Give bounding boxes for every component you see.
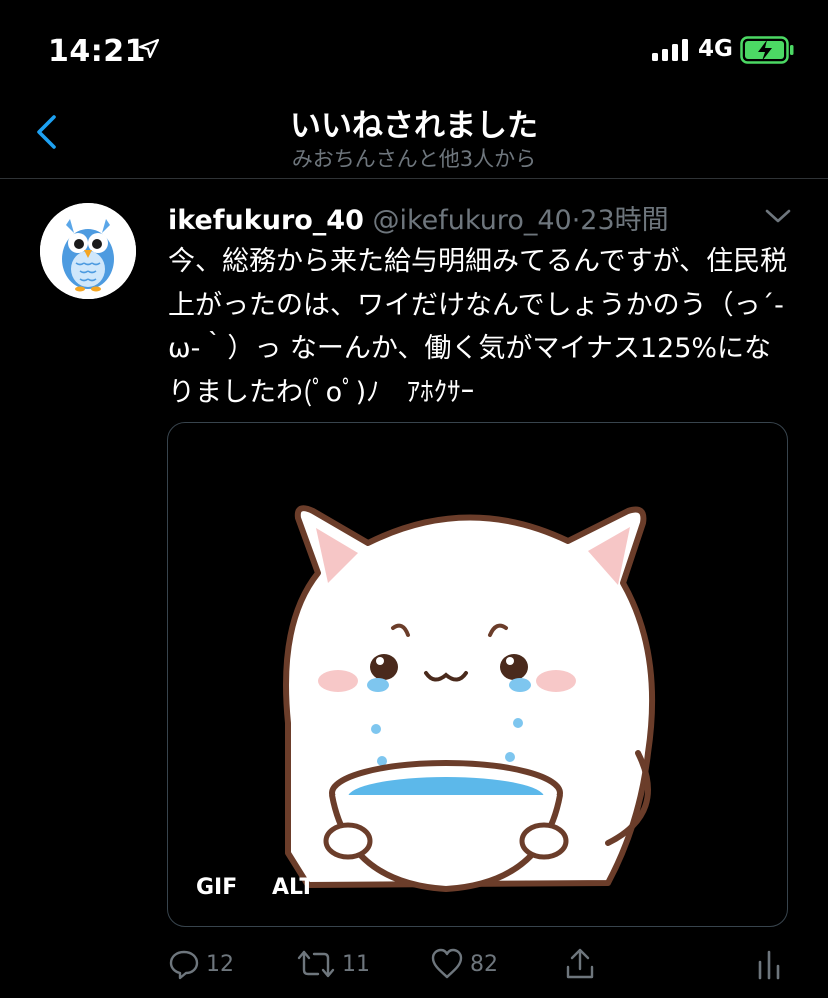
avatar[interactable] (40, 203, 136, 299)
tweet-media-gif[interactable]: GIF ALT (167, 422, 788, 927)
owl-avatar-image (40, 203, 136, 299)
heart-icon (431, 948, 463, 979)
gif-badge: GIF (196, 875, 238, 900)
like-button[interactable]: 82 (430, 940, 498, 988)
reply-button[interactable]: 12 (168, 940, 234, 988)
author-name[interactable]: ikefukuro_40 (168, 205, 364, 236)
tweet-actions: 12 11 82 (0, 940, 828, 988)
page-subtitle: みおちんさんと他3人から (291, 147, 537, 171)
battery-charging-icon (740, 36, 794, 64)
alt-badge[interactable]: ALT (272, 875, 314, 900)
reply-count: 12 (206, 951, 234, 977)
chevron-down-icon[interactable] (764, 206, 792, 226)
location-arrow-icon (138, 38, 160, 59)
tweet-header: ikefukuro_40 @ikefukuro_40·23時間 (168, 198, 669, 237)
page-title: いいねされました (290, 108, 538, 144)
retweet-icon (297, 950, 335, 978)
analytics-icon (758, 950, 780, 980)
retweet-button[interactable]: 11 (296, 940, 370, 988)
crying-cat-illustration (283, 505, 656, 893)
share-icon (566, 948, 594, 979)
status-bar: 14:21 4G (0, 0, 828, 100)
status-time: 14:21 (48, 34, 146, 69)
comment-icon (169, 950, 199, 980)
retweet-count: 11 (342, 951, 370, 977)
signal-icon (652, 39, 688, 61)
analytics-button[interactable] (756, 940, 782, 988)
author-handle[interactable]: @ikefukuro_40 (372, 205, 571, 236)
like-count: 82 (470, 951, 498, 977)
tweet-text: 今、総務から来た給与明細みてるんですが、住民税上がったのは、ワイだけなんでしょう… (168, 246, 788, 408)
share-button[interactable] (564, 940, 596, 988)
nav-header: いいねされました みおちんさんと他3人から (0, 100, 828, 179)
separator-dot: · (571, 205, 581, 236)
network-type: 4G (698, 36, 733, 62)
tweet-time: 23時間 (580, 205, 669, 236)
